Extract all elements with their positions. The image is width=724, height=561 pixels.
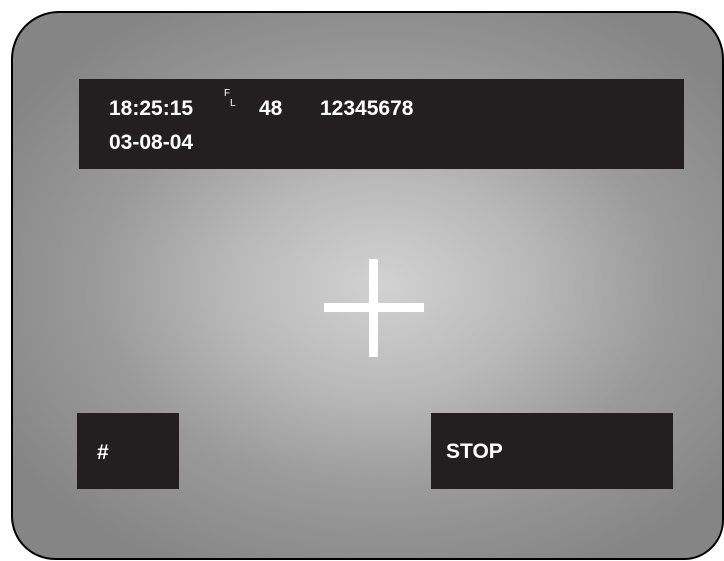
field-indicator-bottom: L [230,98,236,109]
hash-button[interactable]: # [77,413,179,489]
monitor-screen: 18:25:15 F L 48 12345678 03-08-04 # STOP [11,11,724,560]
channel-number: 48 [259,97,283,120]
field-indicator: F L [224,87,238,113]
crosshair-vertical-bar [369,259,378,357]
camera-id: 12345678 [320,97,414,120]
date-display: 03-08-04 [109,131,194,154]
crosshair-icon [324,259,424,357]
stop-button[interactable]: STOP [431,413,673,489]
info-bar: 18:25:15 F L 48 12345678 03-08-04 [79,79,684,169]
hash-button-label: # [97,441,109,464]
time-display: 18:25:15 [109,97,194,120]
stop-button-label: STOP [446,440,503,463]
